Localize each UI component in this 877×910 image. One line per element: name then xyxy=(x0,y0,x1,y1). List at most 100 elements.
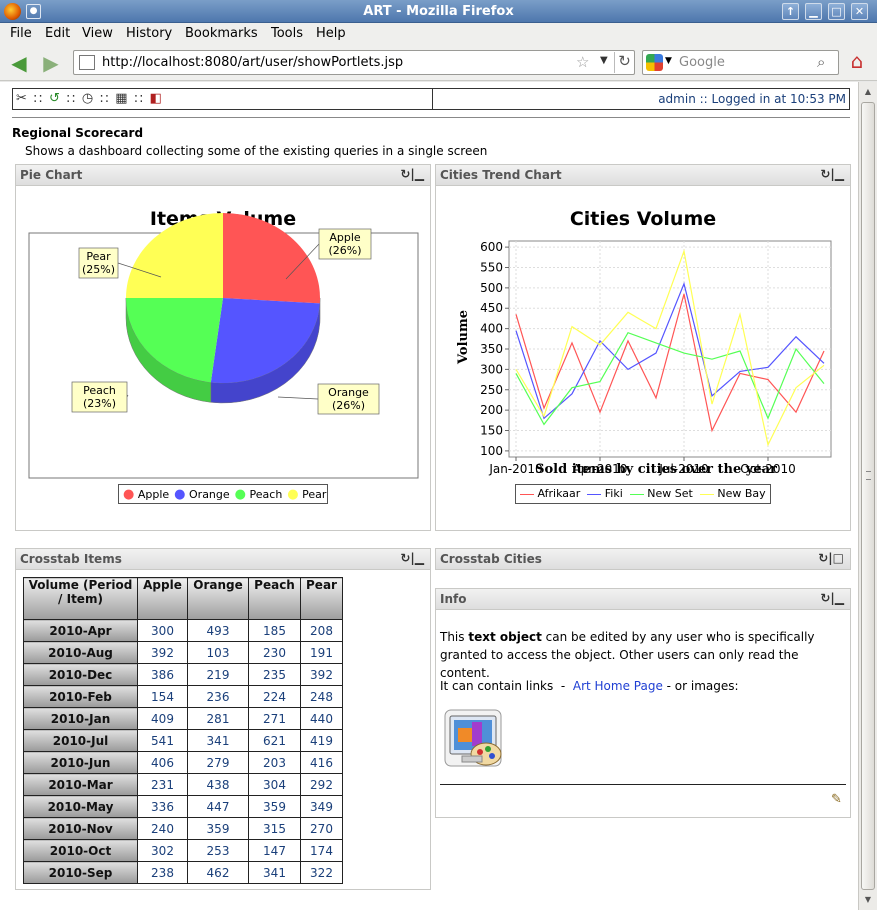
portlet-title: Info xyxy=(440,592,467,606)
url-bar[interactable]: http://localhost:8080/art/user/showPortl… xyxy=(73,50,635,75)
minimize-icon[interactable]: ▁ xyxy=(415,551,424,565)
grid-icon[interactable]: ▦ xyxy=(115,91,128,106)
scroll-up-icon[interactable]: ▲ xyxy=(861,85,875,99)
close-button[interactable]: ✕ xyxy=(851,3,868,20)
refresh-icon[interactable]: ↻ xyxy=(820,591,830,605)
legend-item-new-set: New Set xyxy=(629,487,693,500)
minimize-icon[interactable]: ▁ xyxy=(415,167,424,181)
shade-button[interactable]: ↑ xyxy=(782,3,799,20)
pie-chart: Items Volume Apple(26%)Orange(26%)Peach(… xyxy=(28,208,419,479)
url-text[interactable]: http://localhost:8080/art/user/showPortl… xyxy=(102,55,403,70)
y-tick-label: 150 xyxy=(480,424,503,438)
table-cell: 238 xyxy=(137,861,188,884)
refresh-icon[interactable]: ↻ xyxy=(818,551,828,565)
search-magnifier-icon[interactable]: ⌕ xyxy=(817,53,825,71)
table-cell: 304 xyxy=(248,773,301,796)
toolbar-separator: :: xyxy=(33,91,44,106)
table-cell: 236 xyxy=(187,685,249,708)
menu-bookmarks[interactable]: Bookmarks xyxy=(185,26,258,41)
column-header-orange: Orange xyxy=(187,577,249,620)
menu-tools[interactable]: Tools xyxy=(271,26,303,41)
bookmark-star-icon[interactable]: ☆ xyxy=(576,53,589,71)
pie-label-name: Orange xyxy=(328,386,369,399)
search-bar[interactable]: ▼ Google ⌕ xyxy=(642,50,839,75)
home-icon[interactable]: ⌂ xyxy=(846,50,868,72)
row-header: 2010-Feb xyxy=(23,685,138,708)
table-cell: 224 xyxy=(248,685,301,708)
table-cell: 315 xyxy=(248,817,301,840)
table-cell: 219 xyxy=(187,663,249,686)
back-arrow-icon[interactable]: ◀ xyxy=(6,50,32,76)
table-cell: 438 xyxy=(187,773,249,796)
portlet-header: Pie Chart ↻|▁ xyxy=(16,165,430,186)
vertical-scrollbar[interactable]: ▲ ▼ xyxy=(858,82,877,910)
portlet-title: Crosstab Items xyxy=(20,552,122,566)
table-cell: 359 xyxy=(187,817,249,840)
maximize-icon[interactable]: □ xyxy=(833,551,844,565)
pie-label-pct: (23%) xyxy=(83,397,116,410)
row-header: 2010-Mar xyxy=(23,773,138,796)
tools-icon[interactable]: ✂ xyxy=(16,91,28,106)
minimize-icon[interactable]: ▁ xyxy=(835,591,844,605)
y-tick-label: 300 xyxy=(480,362,503,376)
scroll-down-icon[interactable]: ▼ xyxy=(861,893,875,907)
refresh-icon[interactable]: ↻ xyxy=(400,167,410,181)
art-toolbar-icons: ✂ :: ↺ :: ◷ :: ▦ :: ◧ xyxy=(16,91,163,106)
table-row: 2010-May 336 447 359 349 xyxy=(23,795,343,818)
edit-pencil-icon[interactable]: ✎ xyxy=(831,792,842,807)
table-cell: 392 xyxy=(300,663,343,686)
info-text: It can contain links - xyxy=(440,679,573,693)
y-tick-label: 600 xyxy=(480,240,503,254)
search-engine-icon[interactable] xyxy=(646,54,663,71)
legend-dot-icon: ● xyxy=(123,487,135,502)
divider xyxy=(12,117,850,118)
x-axis-label: Sold items by cities over the year xyxy=(535,462,777,477)
reload-icon[interactable]: ↻ xyxy=(614,52,634,73)
art-palette-image xyxy=(444,709,502,767)
scroll-thumb[interactable] xyxy=(861,102,875,890)
table-cell: 231 xyxy=(137,773,188,796)
art-home-page-link[interactable]: Art Home Page xyxy=(573,679,663,693)
login-status: admin :: Logged in at 10:53 PM xyxy=(658,92,846,106)
pie-label-name: Peach xyxy=(83,384,116,397)
minimize-icon[interactable]: ▁ xyxy=(835,167,844,181)
menu-help[interactable]: Help xyxy=(316,26,346,41)
maximize-button[interactable]: □ xyxy=(828,3,845,20)
clock-icon[interactable]: ◷ xyxy=(82,91,94,106)
refresh-icon[interactable]: ↻ xyxy=(400,551,410,565)
info-paragraph-2: It can contain links - Art Home Page - o… xyxy=(440,677,850,695)
row-header: 2010-Nov xyxy=(23,817,138,840)
legend-label: Afrikaar xyxy=(537,487,581,500)
menu-history[interactable]: History xyxy=(126,26,172,41)
table-cell: 203 xyxy=(248,751,301,774)
table-cell: 147 xyxy=(248,839,301,862)
portlet-pie-chart: Pie Chart ↻|▁ Items Volume Apple(26%)Ora… xyxy=(15,164,431,531)
table-cell: 621 xyxy=(248,729,301,752)
table-cell: 270 xyxy=(300,817,343,840)
row-header: 2010-Apr xyxy=(23,619,138,642)
y-tick-label: 550 xyxy=(480,260,503,274)
minimize-button[interactable]: ▁ xyxy=(805,3,822,20)
legend-item-apple: ● Apple xyxy=(123,487,169,502)
row-header: 2010-Jul xyxy=(23,729,138,752)
search-engine-dropdown-icon[interactable]: ▼ xyxy=(665,56,672,66)
table-cell: 253 xyxy=(187,839,249,862)
refresh-icon[interactable]: ↻ xyxy=(820,167,830,181)
info-text: - or images: xyxy=(662,679,739,693)
column-header-apple: Apple xyxy=(137,577,188,620)
table-cell: 440 xyxy=(300,707,343,730)
forward-arrow-icon[interactable]: ▶ xyxy=(38,50,64,76)
y-tick-label: 350 xyxy=(480,342,503,356)
logout-icon[interactable]: ◧ xyxy=(150,91,163,106)
menu-file[interactable]: File xyxy=(10,26,32,41)
history-dropdown-icon[interactable]: ▼ xyxy=(600,55,608,66)
refresh-green-icon[interactable]: ↺ xyxy=(49,91,61,106)
menu-edit[interactable]: Edit xyxy=(45,26,70,41)
table-row: 2010-Dec 386 219 235 392 xyxy=(23,663,343,686)
menu-view[interactable]: View xyxy=(82,26,113,41)
table-cell: 322 xyxy=(300,861,343,884)
table-corner-header: Volume (Period / Item) xyxy=(23,577,138,620)
pie-label-name: Apple xyxy=(329,231,361,244)
row-header: 2010-Jan xyxy=(23,707,138,730)
search-input[interactable]: Google xyxy=(679,55,725,70)
